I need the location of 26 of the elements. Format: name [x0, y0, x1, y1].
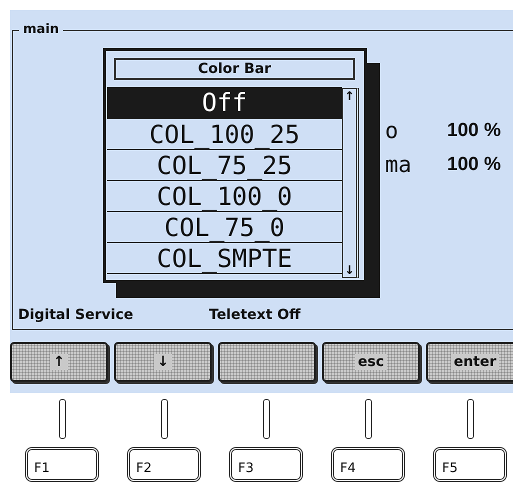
soft-key[interactable]: esc — [322, 342, 420, 382]
setting-value: 100 % — [447, 120, 501, 142]
scroll-up-arrow[interactable]: ↑ — [344, 89, 355, 103]
soft-key[interactable]: ↓ — [114, 342, 212, 382]
indicator-slot — [364, 399, 372, 439]
indicator-slot — [160, 399, 168, 439]
function-key[interactable]: F2 — [127, 447, 201, 482]
popup-title: Color Bar — [114, 58, 355, 80]
setting-label: o — [385, 118, 398, 144]
status-text: Digital Service — [18, 307, 134, 323]
scroll-bar[interactable]: ↑ ↓ — [342, 88, 359, 278]
setting-value: 100 % — [447, 154, 501, 176]
indicator-slot — [262, 399, 270, 439]
soft-key[interactable]: ↑ — [10, 342, 108, 382]
status-text: Teletext Off — [209, 307, 302, 323]
list-item[interactable]: Off — [107, 87, 342, 119]
indicator-slot — [466, 399, 474, 439]
indicator-slot — [58, 399, 66, 439]
setting-label: ma — [385, 152, 412, 178]
soft-key[interactable]: enter — [426, 342, 513, 382]
scroll-down-arrow[interactable]: ↓ — [344, 263, 355, 277]
function-key[interactable]: F3 — [229, 447, 303, 482]
soft-key[interactable] — [218, 342, 316, 382]
function-key[interactable]: F1 — [25, 447, 99, 482]
function-key[interactable]: F5 — [433, 447, 507, 482]
function-key[interactable]: F4 — [331, 447, 405, 482]
